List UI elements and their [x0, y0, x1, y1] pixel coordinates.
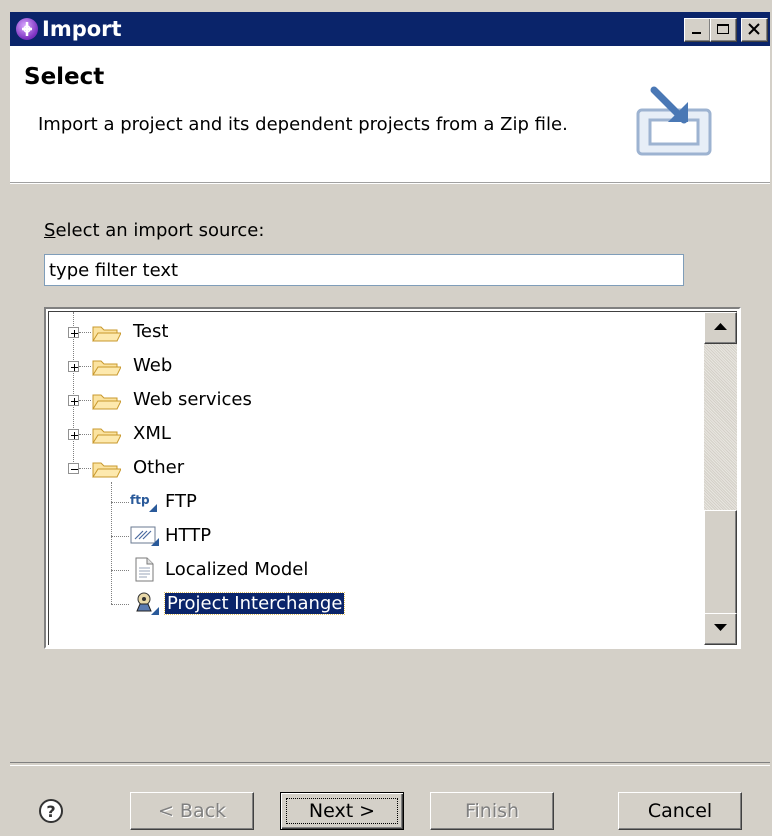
folder-icon [92, 428, 121, 444]
tree-item-other[interactable]: Other [59, 453, 559, 483]
ftp-icon: ftp [130, 493, 157, 512]
title-bar[interactable]: Import [10, 12, 770, 46]
tree-item-xml[interactable]: XML [59, 419, 559, 449]
tree-item-label: Project Interchange [163, 592, 346, 615]
expand-icon[interactable] [68, 395, 79, 406]
minimize-button[interactable] [684, 18, 711, 42]
import-dialog: Import Select Import a project and its d… [0, 0, 772, 836]
tree-item-label: Web [133, 355, 173, 376]
arrow-up-icon [714, 323, 727, 330]
tree-item-label: Web services [133, 389, 252, 410]
import-source-label: Select an import source: [44, 220, 265, 241]
tree-item-label: Test [133, 321, 169, 342]
tree-item-label: Other [133, 457, 185, 478]
maximize-icon [717, 24, 729, 34]
next-button[interactable]: Next > [280, 792, 404, 830]
header-separator [10, 183, 770, 184]
wizard-header: Select Import a project and its dependen… [10, 46, 770, 183]
expand-icon[interactable] [68, 361, 79, 372]
project-interchange-icon [136, 592, 159, 615]
tree-item-localized-model[interactable]: Localized Model [111, 555, 611, 585]
tree-item-ftp[interactable]: ftp FTP [111, 487, 611, 517]
expand-icon[interactable] [68, 429, 79, 440]
page-description: Import a project and its dependent proje… [38, 114, 568, 135]
vertical-scrollbar[interactable] [704, 312, 737, 645]
footer-separator [10, 762, 770, 766]
http-icon [130, 526, 159, 546]
help-icon[interactable]: ? [38, 798, 64, 824]
tree-item-label: FTP [165, 491, 197, 512]
minimize-icon [692, 32, 701, 34]
cancel-button[interactable]: Cancel [618, 792, 742, 830]
svg-text:?: ? [46, 802, 55, 821]
expand-icon[interactable] [68, 327, 79, 338]
tree-item-label: XML [133, 423, 171, 444]
finish-button[interactable]: Finish [430, 792, 554, 830]
document-icon [135, 557, 154, 582]
filter-input[interactable] [44, 254, 684, 286]
tree-item-web-services[interactable]: Web services [59, 385, 559, 415]
svg-text:ftp: ftp [130, 493, 150, 507]
import-source-tree[interactable]: Test Web Web services XML Other ftp FTP … [44, 307, 741, 649]
scroll-up-button[interactable] [704, 312, 737, 344]
tree-item-project-interchange[interactable]: Project Interchange [111, 589, 611, 619]
folder-open-icon [92, 462, 121, 478]
page-title: Select [24, 64, 105, 90]
tree-item-http[interactable]: HTTP [111, 521, 611, 551]
window-title: Import [42, 17, 122, 41]
import-source-label-text: elect an import source: [55, 220, 265, 241]
scroll-down-button[interactable] [704, 613, 737, 645]
folder-icon [92, 360, 121, 376]
arrow-down-icon [714, 624, 727, 631]
eclipse-app-icon [16, 18, 38, 40]
tree-item-label: Localized Model [165, 559, 309, 580]
maximize-button[interactable] [710, 18, 737, 42]
collapse-icon[interactable] [68, 463, 79, 474]
tree-item-web[interactable]: Web [59, 351, 559, 381]
folder-icon [92, 326, 121, 342]
tree-item-label: HTTP [165, 525, 212, 546]
scrollbar-thumb[interactable] [704, 510, 737, 618]
import-banner-icon [636, 86, 712, 156]
close-button[interactable] [741, 18, 768, 42]
back-button[interactable]: < Back [130, 792, 254, 830]
folder-icon [92, 394, 121, 410]
close-icon [748, 23, 760, 35]
tree-item-test[interactable]: Test [59, 317, 559, 347]
